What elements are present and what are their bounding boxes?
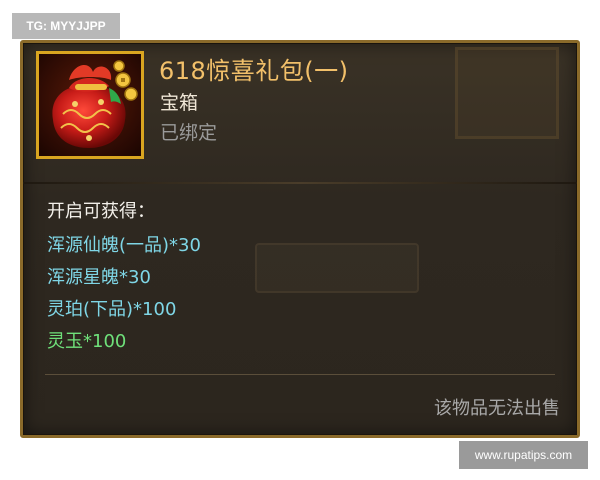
background-button-art	[255, 243, 419, 293]
footer-divider	[45, 374, 555, 375]
page: TG: MYYJJPP 618惊喜礼包(一) 宝箱 已绑定 开启可获得： 浑源仙…	[0, 0, 600, 480]
item-tooltip: 618惊喜礼包(一) 宝箱 已绑定 开启可获得： 浑源仙魄(一品)*30 浑源星…	[20, 40, 580, 438]
contents-title: 开启可获得：	[47, 201, 155, 222]
reward-item: 灵珀(下品)*100	[47, 299, 177, 320]
reward-item: 浑源仙魄(一品)*30	[47, 235, 201, 256]
reward-item: 灵玉*100	[47, 331, 127, 352]
red-gift-bag-icon	[39, 54, 141, 156]
sell-restriction-note: 该物品无法出售	[434, 398, 560, 419]
header-divider	[23, 182, 577, 184]
item-icon-frame	[36, 51, 144, 159]
item-name: 618惊喜礼包(一)	[159, 57, 349, 85]
reward-list: 浑源仙魄(一品)*30 浑源星魄*30 灵珀(下品)*100 灵玉*100	[47, 231, 201, 359]
watermark-bottom: www.rupatips.com	[459, 441, 588, 469]
watermark-top: TG: MYYJJPP	[12, 13, 120, 39]
item-bind-status: 已绑定	[160, 122, 218, 144]
background-card-art	[455, 47, 559, 139]
reward-item: 浑源星魄*30	[47, 267, 151, 288]
item-type: 宝箱	[160, 92, 199, 114]
